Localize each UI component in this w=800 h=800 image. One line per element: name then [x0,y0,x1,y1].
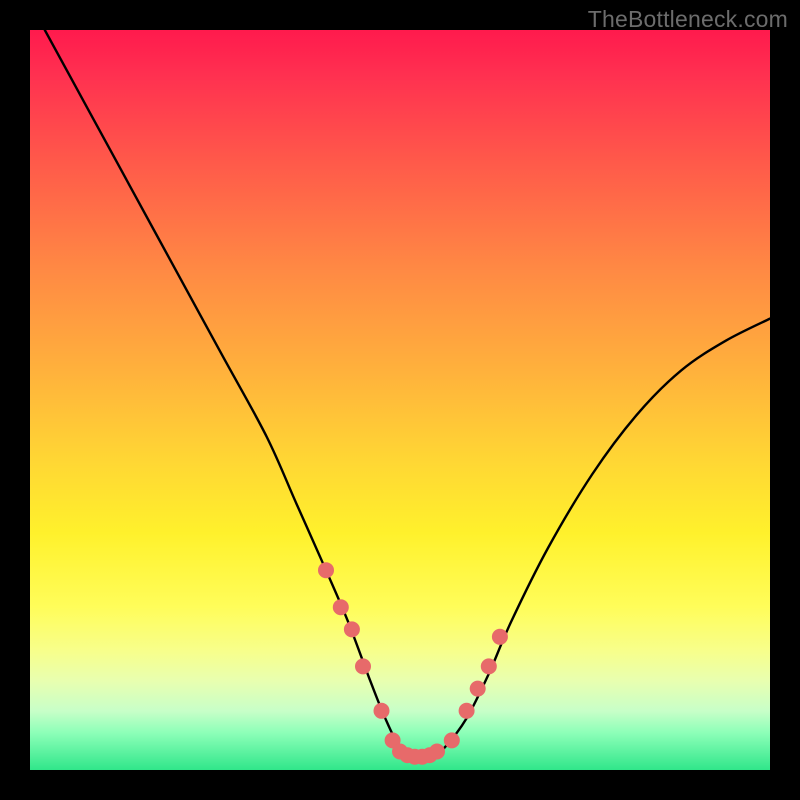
marker-dot [374,703,390,719]
chart-svg [30,30,770,770]
marker-dot [318,562,334,578]
marker-dot [444,732,460,748]
chart-plot-area [30,30,770,770]
marker-dot [333,599,349,615]
marker-dot [355,658,371,674]
bottleneck-curve [45,30,770,760]
marker-dot [470,681,486,697]
marker-dot [459,703,475,719]
marker-dot [492,629,508,645]
watermark-text: TheBottleneck.com [588,6,788,33]
marker-dot [344,621,360,637]
marker-dot [481,658,497,674]
marker-dot [429,744,445,760]
highlight-markers [318,562,508,765]
